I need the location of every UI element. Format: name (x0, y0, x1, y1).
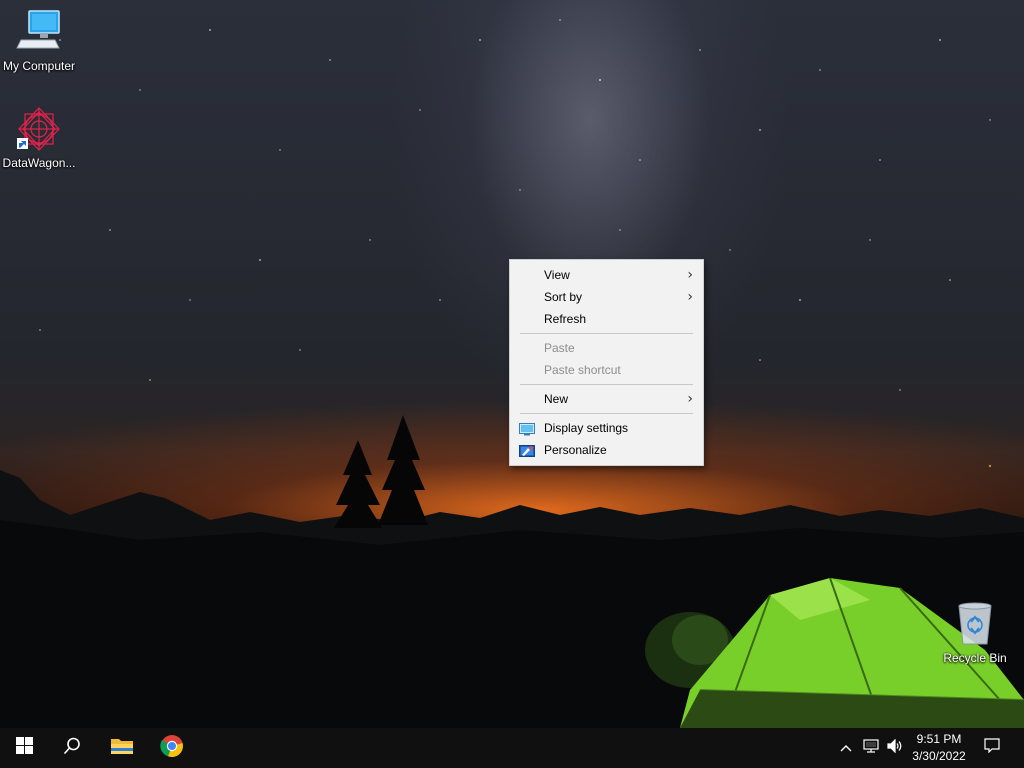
chevron-right-icon: › (687, 289, 693, 305)
desktop-icon-my-computer[interactable]: My Computer (1, 8, 77, 73)
clock-time: 9:51 PM (916, 732, 962, 746)
chrome-icon (160, 734, 184, 763)
chevron-up-icon (840, 739, 852, 757)
menu-item-label: Refresh (544, 312, 587, 326)
menu-item-personalize[interactable]: Personalize (510, 439, 703, 461)
chevron-right-icon: › (687, 391, 693, 407)
clock[interactable]: 9:51 PM 3/30/2022 (904, 731, 974, 765)
windows-start-icon (15, 737, 33, 759)
start-button[interactable] (0, 728, 48, 768)
volume-icon (887, 738, 903, 758)
chrome-button[interactable] (148, 728, 196, 768)
menu-separator (520, 333, 693, 334)
computer-icon (1, 8, 77, 57)
menu-item-display-settings[interactable]: Display settings (510, 417, 703, 439)
menu-item-refresh[interactable]: Refresh (510, 308, 703, 330)
menu-item-label: Sort by (544, 290, 583, 304)
menu-item-paste-shortcut[interactable]: Paste shortcut (510, 359, 703, 381)
search-icon (63, 737, 81, 760)
network-icon (863, 738, 879, 758)
file-explorer-icon (110, 736, 134, 761)
menu-item-label: Paste shortcut (544, 363, 621, 377)
menu-item-sort-by[interactable]: Sort by › (510, 286, 703, 308)
menu-item-label: Display settings (544, 421, 629, 435)
menu-item-label: New (544, 392, 569, 406)
tray-overflow-button[interactable] (836, 728, 856, 768)
menu-item-label: Paste (544, 341, 575, 355)
menu-item-view[interactable]: View › (510, 264, 703, 286)
datawagon-icon (15, 106, 63, 154)
menu-item-paste[interactable]: Paste (510, 337, 703, 359)
clock-date: 3/30/2022 (912, 749, 966, 763)
menu-item-label: View (544, 268, 570, 282)
recycle-bin-icon (937, 602, 1013, 649)
personalize-icon (519, 443, 535, 465)
search-button[interactable] (48, 728, 96, 768)
menu-separator (520, 413, 693, 414)
notifications-button[interactable] (978, 728, 1006, 768)
menu-item-label: Personalize (544, 443, 607, 457)
notification-icon (984, 738, 1000, 758)
menu-item-new[interactable]: New › (510, 388, 703, 410)
menu-separator (520, 384, 693, 385)
file-explorer-button[interactable] (98, 728, 146, 768)
desktop-icon-datawagon[interactable]: DataWagon... (1, 106, 77, 170)
desktop-icon-recycle-bin[interactable]: Recycle Bin (937, 602, 1013, 665)
taskbar: 9:51 PM 3/30/2022 (0, 728, 1024, 768)
chevron-right-icon: › (687, 267, 693, 283)
desktop-context-menu: View › Sort by › Refresh Paste Paste sho… (509, 259, 704, 466)
volume-button[interactable] (884, 728, 906, 768)
network-button[interactable] (860, 728, 882, 768)
